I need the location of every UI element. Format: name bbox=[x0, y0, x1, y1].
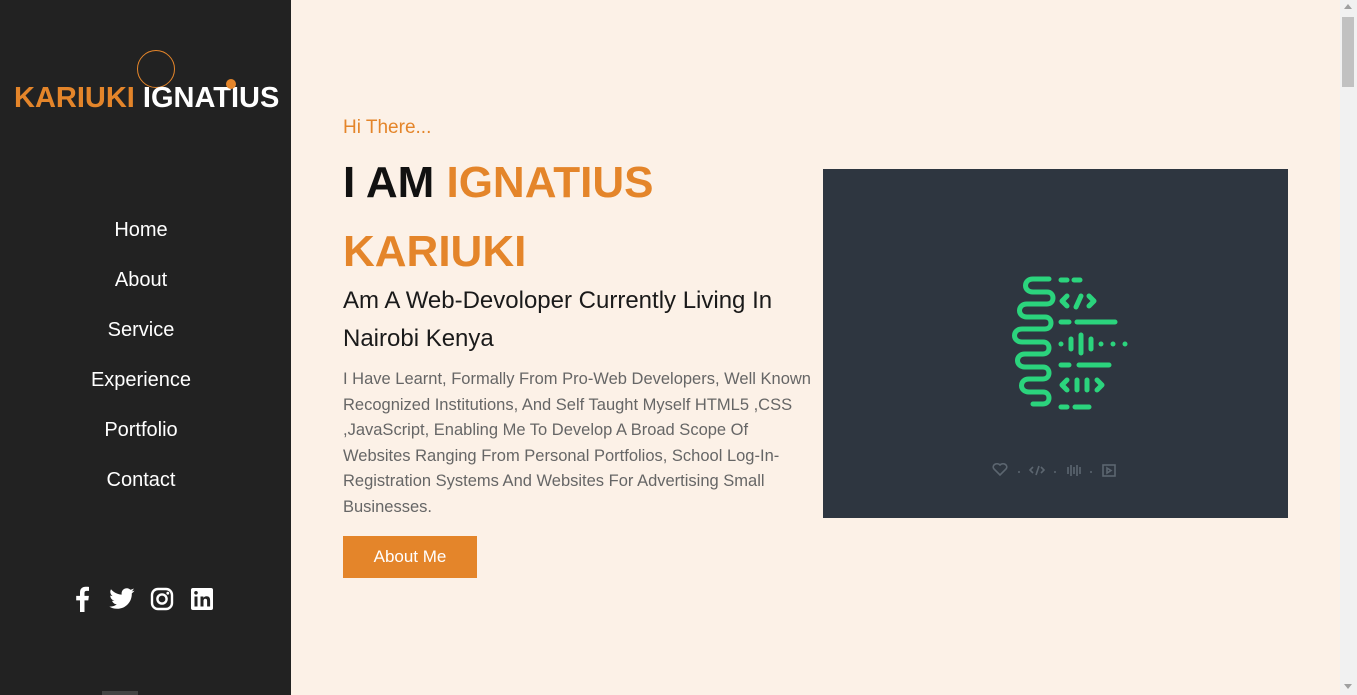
about-me-button[interactable]: About Me bbox=[343, 536, 477, 578]
hero-image bbox=[823, 169, 1288, 518]
nav-item-about[interactable]: About bbox=[0, 255, 282, 305]
nav-item-portfolio[interactable]: Portfolio bbox=[0, 405, 282, 455]
facebook-icon[interactable] bbox=[68, 584, 96, 614]
scrollbar-thumb[interactable] bbox=[1342, 17, 1354, 87]
linkedin-icon[interactable] bbox=[188, 584, 216, 614]
scroll-down-arrow-icon[interactable] bbox=[1344, 684, 1352, 689]
page-scrollbar[interactable] bbox=[1340, 0, 1357, 695]
twitter-icon[interactable] bbox=[108, 584, 136, 614]
social-links bbox=[68, 584, 216, 614]
greeting-text: Hi There... bbox=[343, 117, 432, 138]
sidebar-nav: Home About Service Experience Portfolio … bbox=[0, 205, 282, 505]
hero-paragraph: I Have Learnt, Formally From Pro-Web Dev… bbox=[343, 370, 811, 516]
site-logo[interactable]: KARIUKI IGNATIUS bbox=[14, 82, 279, 115]
logo-first-name: KARIUKI bbox=[14, 82, 135, 114]
nav-item-experience[interactable]: Experience bbox=[0, 355, 282, 405]
logo-dot-decoration bbox=[226, 79, 236, 89]
code-brain-illustration bbox=[992, 276, 1128, 477]
heading-prefix: I AM bbox=[343, 158, 435, 207]
hero-heading: I AM IGNATIUS KARIUKI bbox=[343, 148, 783, 286]
scroll-up-arrow-icon[interactable] bbox=[1344, 4, 1352, 9]
nav-item-service[interactable]: Service bbox=[0, 305, 282, 355]
instagram-icon[interactable] bbox=[148, 584, 176, 614]
sidebar-scroll-indicator bbox=[102, 691, 138, 695]
nav-item-home[interactable]: Home bbox=[0, 205, 282, 255]
main-content: Hi There... I AM IGNATIUS KARIUKI Am A W… bbox=[291, 0, 1340, 695]
logo-last-name: IGNATIUS bbox=[142, 82, 280, 114]
hero-subheading: Am A Web-Devoloper Currently Living In N… bbox=[343, 287, 773, 352]
sidebar: KARIUKI IGNATIUS Home About Service Expe… bbox=[0, 0, 291, 695]
nav-item-contact[interactable]: Contact bbox=[0, 455, 282, 505]
